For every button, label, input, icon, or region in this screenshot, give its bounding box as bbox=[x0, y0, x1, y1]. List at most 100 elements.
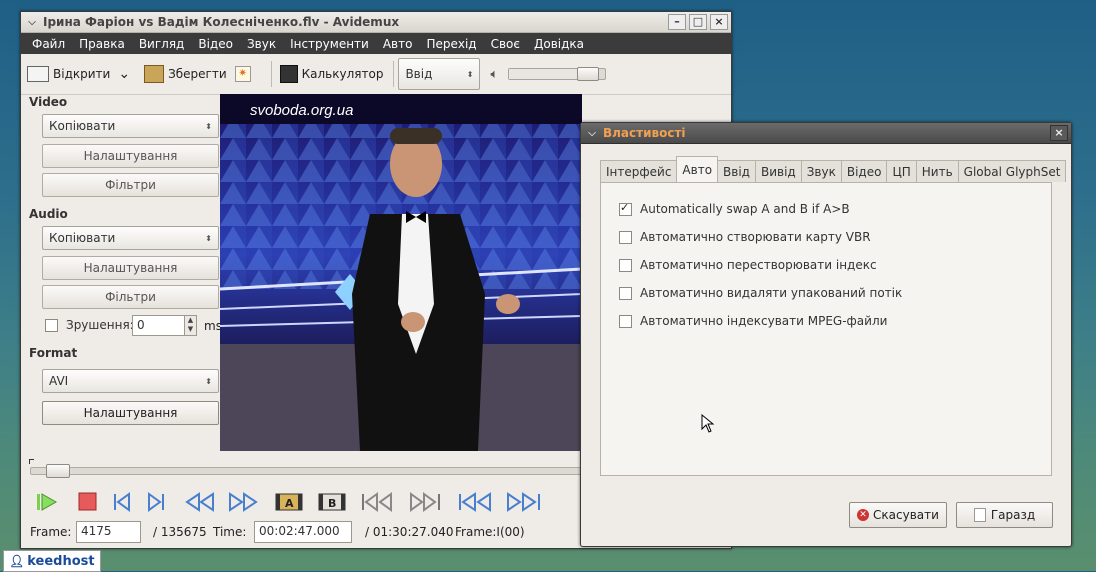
checkbox-box[interactable] bbox=[619, 258, 632, 272]
set-marker-a-button[interactable]: A bbox=[274, 491, 304, 513]
menu-custom[interactable]: Своє bbox=[485, 37, 528, 51]
next-black-frame-button[interactable] bbox=[408, 491, 444, 513]
option-index-mpeg[interactable]: Автоматично індексувати MPEG-файли bbox=[619, 314, 887, 328]
format-value: AVI bbox=[49, 374, 69, 388]
dialog-tabs: Інтерфейс Авто Ввід Вивід Звук Відео ЦП … bbox=[600, 156, 1067, 182]
ok-button[interactable]: Гаразд bbox=[956, 502, 1053, 528]
time-input[interactable]: 00:02:47.000 bbox=[254, 521, 352, 543]
stop-icon bbox=[78, 492, 97, 511]
tab-audio[interactable]: Звук bbox=[800, 160, 842, 182]
video-settings-button[interactable]: Налаштування bbox=[42, 144, 219, 168]
stop-button[interactable] bbox=[76, 491, 100, 513]
cancel-button[interactable]: ✕ Скасувати bbox=[849, 502, 947, 528]
option-remove-packed[interactable]: Автоматично видаляти упакований потік bbox=[619, 286, 902, 300]
checkbox-box[interactable] bbox=[619, 201, 632, 216]
watermark-text: svoboda.org.ua bbox=[250, 102, 354, 119]
speaker-icon: 🔈︎ bbox=[490, 66, 499, 82]
video-frame-image bbox=[220, 94, 582, 451]
go-to-last-button[interactable] bbox=[505, 491, 543, 513]
checkbox-box[interactable] bbox=[45, 318, 58, 332]
volume-slider[interactable] bbox=[508, 67, 607, 81]
time-label: Time: bbox=[213, 525, 247, 539]
cancel-label: Скасувати bbox=[873, 508, 939, 522]
menu-tools[interactable]: Інструменти bbox=[284, 37, 377, 51]
timeline-handle[interactable] bbox=[46, 464, 70, 478]
tab-interface[interactable]: Інтерфейс bbox=[600, 160, 678, 182]
previous-keyframe-button[interactable] bbox=[183, 491, 217, 513]
option-vbr-map[interactable]: Автоматично створювати карту VBR bbox=[619, 230, 871, 244]
checkbox-box[interactable] bbox=[619, 286, 632, 300]
menu-edit[interactable]: Правка bbox=[73, 37, 133, 51]
selection-marker-a bbox=[29, 459, 34, 464]
tab-output[interactable]: Вивід bbox=[754, 160, 802, 182]
option-rebuild-index-label: Автоматично перестворювати індекс bbox=[640, 258, 877, 272]
option-vbr-map-label: Автоматично створювати карту VBR bbox=[640, 230, 871, 244]
svg-text:B: B bbox=[328, 497, 336, 510]
audio-codec-value: Копіювати bbox=[49, 231, 116, 245]
user-icon: 👤︎ bbox=[9, 554, 25, 568]
set-marker-b-button[interactable]: B bbox=[317, 491, 347, 513]
dialog-menu-icon[interactable]: ⌵ bbox=[581, 128, 603, 139]
video-filters-button[interactable]: Фільтри bbox=[42, 173, 219, 197]
video-section-title: Video bbox=[29, 95, 68, 109]
updown-arrow-icon: ⬍ bbox=[205, 376, 212, 386]
tab-video[interactable]: Відео bbox=[840, 160, 888, 182]
save-label: Зберегти bbox=[168, 67, 227, 81]
frame-type: Frame:I(00) bbox=[455, 525, 525, 539]
minimize-button[interactable]: – bbox=[668, 14, 686, 30]
next-keyframe-button[interactable] bbox=[226, 491, 260, 513]
menu-view[interactable]: Вигляд bbox=[133, 37, 193, 51]
menu-video[interactable]: Відео bbox=[192, 37, 241, 51]
menu-audio[interactable]: Звук bbox=[241, 37, 284, 51]
format-settings-button[interactable]: Налаштування bbox=[42, 401, 219, 425]
menu-help[interactable]: Довідка bbox=[528, 37, 592, 51]
tab-threads[interactable]: Нить bbox=[915, 160, 959, 182]
tab-input[interactable]: Ввід bbox=[717, 160, 756, 182]
next-frame-button[interactable] bbox=[144, 491, 168, 513]
video-codec-combo[interactable]: Копіювати ⬍ bbox=[42, 114, 219, 138]
previous-black-frame-button[interactable] bbox=[359, 491, 395, 513]
timeline-slider[interactable] bbox=[30, 467, 584, 475]
previous-black-frame-icon bbox=[362, 492, 392, 512]
main-titlebar[interactable]: ⌵ Ірина Фаріон vs Вадім Колесніченко.flv… bbox=[21, 12, 731, 33]
checkbox-box[interactable] bbox=[619, 230, 632, 244]
calculator-button[interactable]: Калькулятор bbox=[279, 65, 383, 83]
tab-cpu[interactable]: ЦП bbox=[886, 160, 917, 182]
play-button[interactable] bbox=[35, 491, 59, 513]
audio-codec-combo[interactable]: Копіювати ⬍ bbox=[42, 226, 219, 250]
option-index-mpeg-label: Автоматично індексувати MPEG-файли bbox=[640, 314, 888, 328]
checkbox-box[interactable] bbox=[619, 314, 632, 328]
audio-shift-spinner[interactable]: ▲ ▼ bbox=[184, 315, 197, 336]
go-to-first-button[interactable] bbox=[456, 491, 494, 513]
format-combo[interactable]: AVI ⬍ bbox=[42, 369, 219, 393]
close-button[interactable]: × bbox=[710, 14, 728, 30]
window-menu-icon[interactable]: ⌵ bbox=[21, 17, 43, 28]
calculator-icon bbox=[279, 65, 298, 83]
keedhost-badge[interactable]: 👤︎ keedhost bbox=[3, 550, 101, 572]
view-combo[interactable]: Ввід ⬍ bbox=[398, 58, 481, 90]
maximize-button[interactable]: □ bbox=[689, 14, 707, 30]
tab-global-glyphset[interactable]: Global GlyphSet bbox=[957, 160, 1067, 182]
previous-frame-button[interactable] bbox=[110, 491, 134, 513]
dialog-close-button[interactable]: × bbox=[1050, 125, 1068, 141]
audio-filters-button[interactable]: Фільтри bbox=[42, 285, 219, 309]
open-recent-dropdown[interactable]: ⌄ bbox=[118, 66, 130, 82]
marker-b-icon: B bbox=[318, 493, 346, 511]
audio-shift-input[interactable]: 0 bbox=[132, 315, 185, 336]
volume-handle[interactable] bbox=[577, 67, 600, 81]
play-icon bbox=[37, 493, 58, 511]
properties-button[interactable]: ✷ bbox=[234, 66, 255, 82]
save-button[interactable]: Зберегти bbox=[144, 65, 227, 83]
option-rebuild-index[interactable]: Автоматично перестворювати індекс bbox=[619, 258, 877, 272]
menu-auto[interactable]: Авто bbox=[377, 37, 421, 51]
tab-auto[interactable]: Авто bbox=[676, 156, 719, 182]
audio-settings-button[interactable]: Налаштування bbox=[42, 256, 219, 280]
next-frame-icon bbox=[148, 492, 164, 512]
option-swap-ab[interactable]: Automatically swap A and B if A>B bbox=[619, 201, 850, 216]
menu-file[interactable]: Файл bbox=[26, 37, 73, 51]
audio-shift-checkbox[interactable]: Зрушення: bbox=[45, 318, 134, 332]
dialog-titlebar[interactable]: ⌵ Властивості × bbox=[581, 123, 1071, 144]
menu-go[interactable]: Перехід bbox=[420, 37, 484, 51]
open-button[interactable]: Відкрити bbox=[27, 66, 110, 82]
frame-input[interactable]: 4175 bbox=[76, 521, 141, 543]
